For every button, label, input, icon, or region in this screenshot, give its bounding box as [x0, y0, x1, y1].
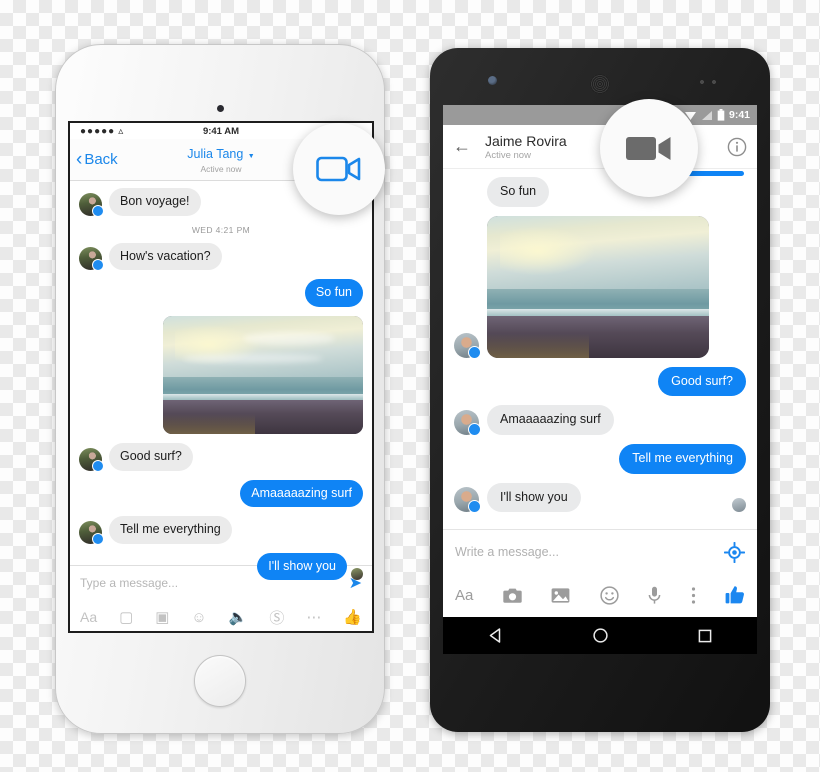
caret-down-icon: ▼ [247, 153, 255, 160]
emoji-icon[interactable] [600, 585, 619, 605]
android-sensors [700, 80, 718, 84]
message-row [79, 315, 363, 434]
thumbs-up-icon[interactable]: 👍 [343, 608, 362, 626]
message-row: Tell me everything [454, 443, 746, 474]
message-row: Amaaaaazing surf [79, 479, 363, 508]
avatar [454, 409, 481, 436]
avatar [79, 447, 104, 472]
message-input-placeholder: Write a message... [455, 545, 559, 559]
android-composer: Write a message... Aa [443, 529, 757, 617]
avatar [79, 192, 104, 217]
message-bubble[interactable]: Good surf? [109, 442, 193, 471]
location-icon[interactable] [724, 541, 745, 563]
android-nav-bar [443, 617, 757, 654]
status-time: 9:41 [728, 109, 750, 121]
message-row: Good surf? [454, 366, 746, 397]
conversation-title-block[interactable]: Jaime Rovira Active now [485, 133, 567, 161]
message-row: I'll show you [79, 552, 363, 581]
message-row: How's vacation? [79, 242, 363, 272]
info-icon[interactable] [727, 137, 747, 157]
thumbs-up-icon[interactable] [725, 585, 745, 605]
message-bubble[interactable]: So fun [487, 177, 550, 207]
camera-icon[interactable] [503, 587, 522, 604]
home-circle-icon[interactable] [592, 627, 609, 644]
android-status-bar: 9:41 [443, 105, 757, 125]
avatar [79, 247, 104, 272]
avatar [454, 332, 481, 359]
message-bubble[interactable]: Tell me everything [619, 443, 746, 474]
message-bubble[interactable]: I'll show you [257, 552, 347, 581]
video-camera-icon[interactable] [625, 133, 673, 164]
contact-name: Julia Tang [187, 147, 244, 161]
seen-avatar [732, 498, 746, 513]
presence-status: Active now [485, 149, 531, 161]
iphone-home-button[interactable] [194, 655, 246, 707]
photo-dune-grass [163, 413, 255, 434]
message-bubble[interactable]: Good surf? [658, 366, 746, 397]
mic-icon[interactable] [648, 586, 661, 605]
day-timestamp: WED 4:21 PM [191, 224, 251, 235]
avatar [79, 520, 104, 545]
message-bubble[interactable]: I'll show you [487, 482, 581, 513]
android-screen: 9:41 ← Jaime Rovira Active now So fun Go… [443, 105, 757, 617]
photo-attachment[interactable] [163, 315, 363, 434]
chevron-left-icon: ‹ [76, 149, 83, 170]
message-bubble[interactable]: Amaaaaazing surf [487, 405, 614, 435]
dollar-icon[interactable]: Ⓢ [269, 607, 284, 628]
back-triangle-icon[interactable] [487, 627, 504, 644]
message-row: Tell me everything [79, 516, 363, 545]
text-format-icon[interactable]: Aa [455, 587, 473, 604]
message-row: Amaaaaazing surf [454, 405, 746, 436]
contact-name: Jaime Rovira [485, 132, 567, 149]
avatar [454, 487, 481, 514]
message-row: Good surf? [79, 442, 363, 472]
message-bubble[interactable]: Amaaaaazing surf [240, 479, 363, 508]
photo-sun-glow [500, 226, 594, 276]
photo-cloud [183, 353, 323, 364]
gallery-icon[interactable] [551, 587, 570, 604]
message-bubble[interactable]: So fun [304, 279, 363, 307]
text-format-icon[interactable]: Aa [80, 609, 97, 625]
seen-avatar [351, 568, 363, 581]
message-row: I'll show you [454, 482, 746, 514]
back-button-label: Back [84, 151, 118, 168]
android-message-thread[interactable]: So fun Good surf? Amaaaaazing surf Tell … [443, 169, 757, 529]
android-front-camera [488, 76, 497, 85]
iphone-front-camera [216, 105, 224, 112]
signal-icon [701, 110, 712, 120]
video-call-callout-android [600, 99, 698, 197]
camera-icon[interactable]: ▢ [119, 608, 133, 626]
message-bubble[interactable]: Bon voyage! [109, 188, 201, 216]
ios-composer-icons: Aa ▢ ▣ ☺ 🔈 Ⓢ ⋯ 👍 [80, 600, 362, 631]
message-bubble[interactable]: How's vacation? [109, 242, 222, 271]
android-composer-icons: Aa [455, 574, 745, 616]
mic-icon[interactable]: 🔈 [229, 608, 248, 626]
message-row [454, 215, 746, 359]
message-row: So fun [454, 177, 746, 207]
video-camera-icon[interactable] [316, 154, 362, 184]
message-row: So fun [79, 279, 363, 307]
message-bubble[interactable]: Tell me everything [109, 516, 232, 544]
ios-message-thread[interactable]: Bon voyage! WED 4:21 PM How's vacation? … [70, 181, 372, 581]
more-dots-icon[interactable]: ⋯ [306, 608, 321, 626]
gallery-icon[interactable]: ▣ [155, 608, 169, 626]
kebab-menu-icon[interactable] [691, 586, 696, 605]
battery-icon [717, 109, 725, 121]
video-call-callout-ios [293, 123, 385, 215]
emoji-icon[interactable]: ☺ [191, 609, 206, 626]
back-button[interactable]: ‹ Back [70, 150, 118, 169]
photo-attachment[interactable] [487, 215, 709, 358]
android-earpiece-speaker [590, 74, 610, 94]
recents-square-icon[interactable] [697, 628, 713, 644]
back-arrow-icon[interactable]: ← [453, 136, 471, 157]
photo-dune-grass [487, 333, 590, 358]
message-input-row[interactable]: Write a message... [455, 530, 745, 574]
app-bar-actions [727, 137, 747, 157]
